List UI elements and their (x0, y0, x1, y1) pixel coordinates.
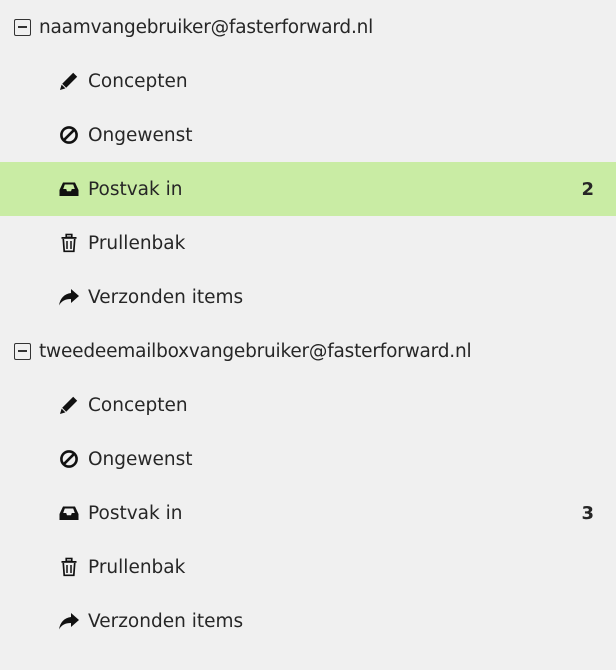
collapse-icon[interactable] (14, 18, 31, 36)
pencil-icon (58, 394, 80, 416)
folder-ongewenst[interactable]: Ongewenst (0, 432, 616, 486)
trash-icon (58, 232, 80, 254)
folder-label: Ongewenst (88, 448, 193, 470)
folder-label: Postvak in (88, 178, 183, 200)
unread-count: 2 (581, 178, 594, 200)
unread-count: 3 (581, 502, 594, 524)
ban-icon (58, 124, 80, 146)
folder-label: Postvak in (88, 502, 183, 524)
folder-concepten[interactable]: Concepten (0, 378, 616, 432)
folder-label: Verzonden items (88, 286, 244, 308)
folder-verzonden-items[interactable]: Verzonden items (0, 594, 616, 648)
folder-label: Concepten (88, 394, 188, 416)
inbox-icon (58, 178, 80, 200)
share-arrow-icon (58, 286, 80, 308)
account-header-tweedeemailbox[interactable]: tweedeemailboxvangebruiker@fasterforward… (0, 324, 616, 378)
folder-label: Prullenbak (88, 232, 186, 254)
account-email: tweedeemailboxvangebruiker@fasterforward… (39, 340, 472, 362)
trash-icon (58, 556, 80, 578)
folder-prullenbak[interactable]: Prullenbak (0, 216, 616, 270)
folder-label: Ongewenst (88, 124, 193, 146)
share-arrow-icon (58, 610, 80, 632)
account-email: naamvangebruiker@fasterforward.nl (39, 16, 374, 38)
folder-label: Concepten (88, 70, 188, 92)
folder-verzonden-items[interactable]: Verzonden items (0, 270, 616, 324)
folder-postvak-in[interactable]: Postvak in 2 (0, 162, 616, 216)
folder-label: Prullenbak (88, 556, 186, 578)
folder-label: Verzonden items (88, 610, 244, 632)
folder-ongewenst[interactable]: Ongewenst (0, 108, 616, 162)
inbox-icon (58, 502, 80, 524)
folder-concepten[interactable]: Concepten (0, 54, 616, 108)
folder-prullenbak[interactable]: Prullenbak (0, 540, 616, 594)
folder-postvak-in[interactable]: Postvak in 3 (0, 486, 616, 540)
collapse-icon[interactable] (14, 342, 31, 360)
pencil-icon (58, 70, 80, 92)
mail-folder-tree: naamvangebruiker@fasterforward.nl Concep… (0, 0, 616, 648)
account-header-naamvangebruiker[interactable]: naamvangebruiker@fasterforward.nl (0, 0, 616, 54)
ban-icon (58, 448, 80, 470)
